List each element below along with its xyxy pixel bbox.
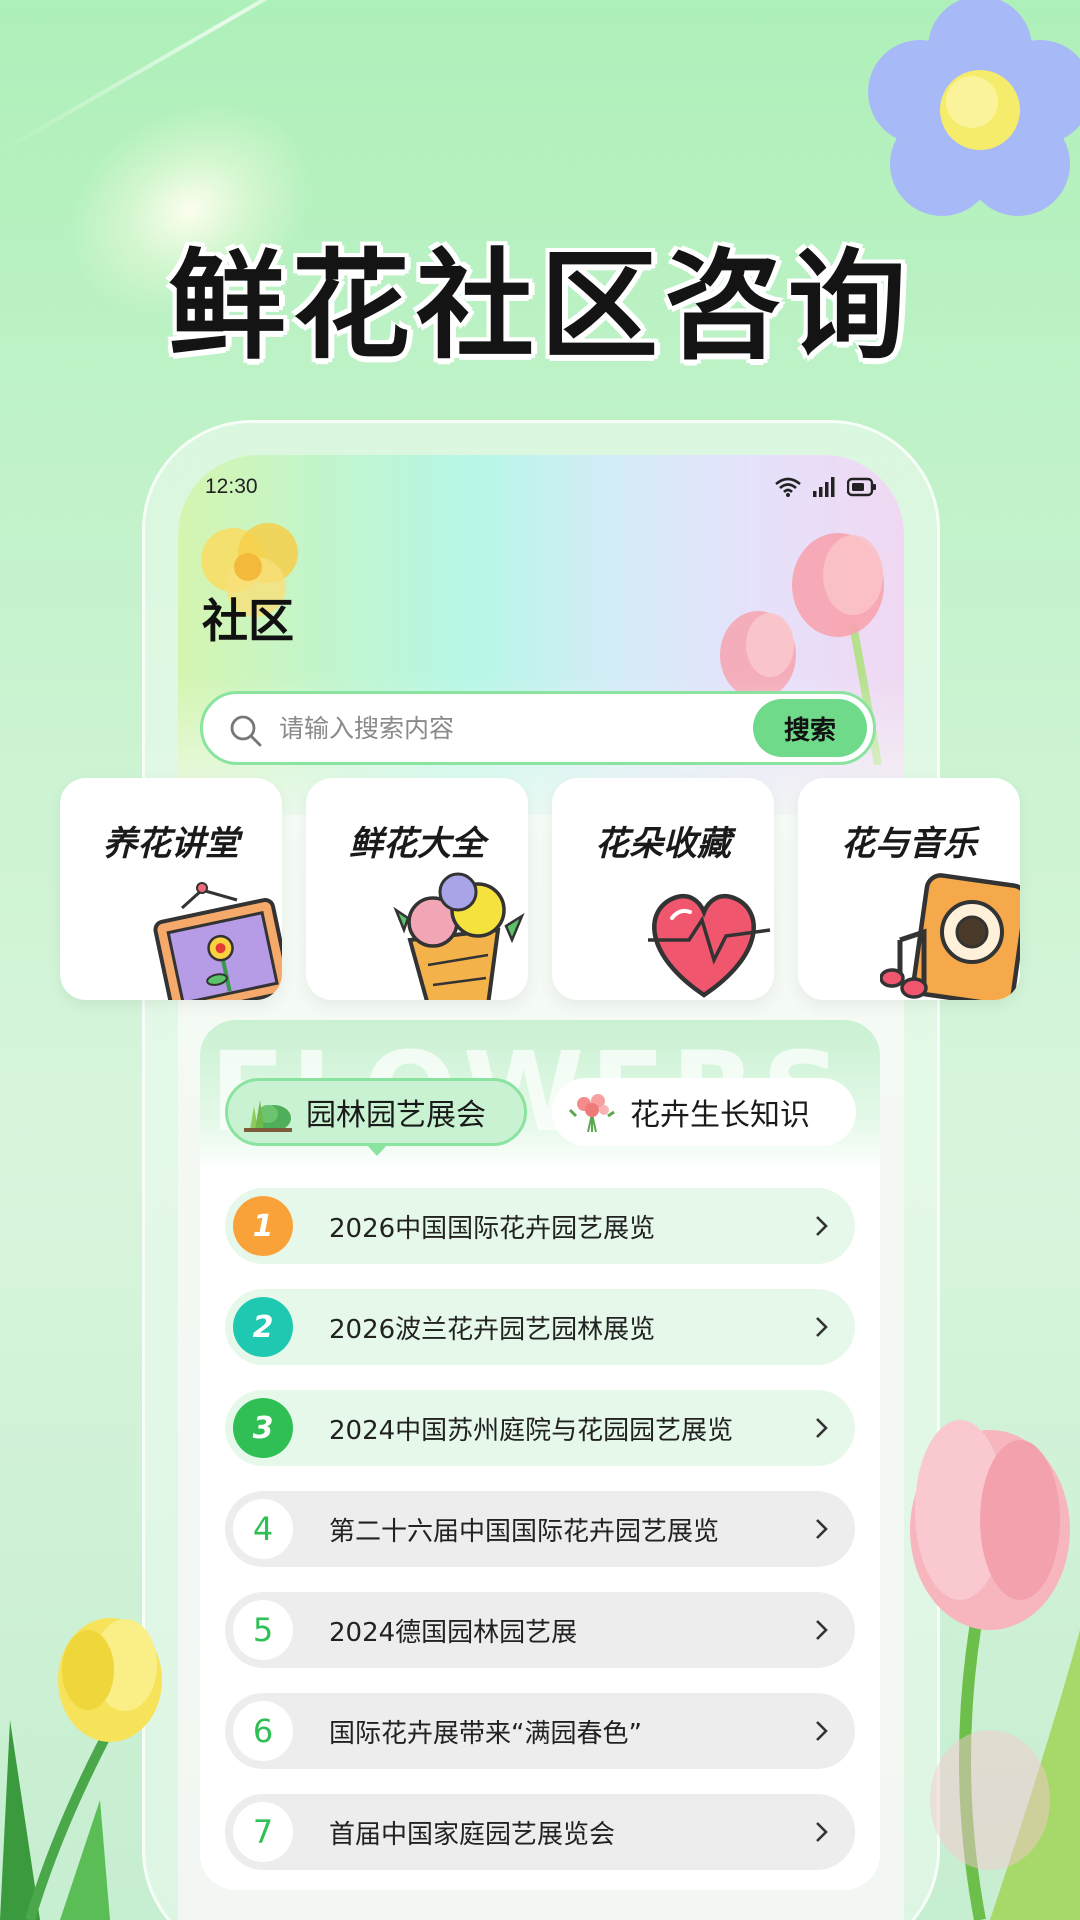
chevron-right-icon	[816, 1216, 828, 1236]
chevron-right-icon	[816, 1519, 828, 1539]
category-card-flower-collection[interactable]: 花朵收藏	[552, 778, 774, 1000]
search-icon	[230, 715, 262, 747]
list-item-title: 2026中国国际花卉园艺展览	[329, 1213, 656, 1244]
category-card-label: 花朵收藏	[595, 824, 731, 864]
wifi-icon	[775, 477, 801, 497]
rank-badge: 7	[233, 1802, 293, 1862]
heart-icon	[648, 894, 771, 998]
category-card-label: 养花讲堂	[103, 824, 239, 864]
list-item-title: 第二十六届中国国际花卉园艺展览	[329, 1516, 720, 1547]
search-input[interactable]	[279, 694, 709, 762]
category-card-garden-class[interactable]: 养花讲堂	[60, 778, 282, 1000]
chevron-right-icon	[816, 1822, 828, 1842]
category-cards: 养花讲堂 鲜花大全 花朵收藏 花与音乐	[60, 778, 1020, 1000]
yellow-tulip-icon	[0, 1618, 162, 1920]
list-item-title: 2024德国园林园艺展	[329, 1617, 578, 1648]
rank-badge: 2	[233, 1297, 293, 1357]
search-bar: 搜索	[200, 691, 876, 765]
status-time: 12:30	[205, 475, 258, 498]
list-item-title: 国际花卉展带来“满园春色”	[329, 1718, 642, 1749]
category-card-label: 花与音乐	[841, 824, 977, 864]
rank-badge: 1	[233, 1196, 293, 1256]
status-bar: 12:30	[205, 475, 877, 505]
garden-bush-icon	[244, 1100, 292, 1132]
music-speaker-icon	[880, 873, 1020, 1000]
list-item-title: 2026波兰花卉园艺园林展览	[329, 1314, 656, 1345]
page-title: 社区	[202, 594, 294, 648]
status-icons	[775, 477, 877, 497]
list-item[interactable]: 4 第二十六届中国国际花卉园艺展览	[225, 1491, 855, 1567]
active-tab-pointer	[366, 1144, 388, 1156]
signal-icon	[813, 477, 835, 497]
tab-label: 花卉生长知识	[630, 1098, 810, 1133]
list-item[interactable]: 7 首届中国家庭园艺展览会	[225, 1794, 855, 1870]
list-item-title: 首届中国家庭园艺展览会	[329, 1819, 616, 1850]
list-item[interactable]: 6 国际花卉展带来“满园春色”	[225, 1693, 855, 1769]
list-item-title: 2024中国苏州庭院与花园园艺展览	[329, 1415, 734, 1446]
chevron-right-icon	[816, 1317, 828, 1337]
flower-bouquet-icon	[568, 1094, 615, 1132]
battery-icon	[847, 477, 876, 497]
tab-label: 园林园艺展会	[306, 1098, 486, 1133]
chevron-right-icon	[816, 1721, 828, 1741]
tab-flower-growth-knowledge[interactable]: 花卉生长知识	[552, 1078, 856, 1146]
exhibition-list-panel: FLOWERS 园林园艺展会 花卉生长知识 1 2026中国国际花卉园艺展览 2…	[200, 1020, 880, 1890]
list-item[interactable]: 3 2024中国苏州庭院与花园园艺展览	[225, 1390, 855, 1466]
picture-frame-flower-icon	[153, 882, 282, 1000]
list-item[interactable]: 5 2024德国园林园艺展	[225, 1592, 855, 1668]
pink-tulip-icon	[910, 1420, 1080, 1920]
chevron-right-icon	[816, 1620, 828, 1640]
rank-badge: 6	[233, 1701, 293, 1761]
category-card-label: 鲜花大全	[349, 824, 485, 864]
rank-badge: 3	[233, 1398, 293, 1458]
poster-title: 鲜花社区咨询	[167, 237, 912, 375]
rank-badge: 5	[233, 1600, 293, 1660]
rank-badge: 4	[233, 1499, 293, 1559]
list-item[interactable]: 2 2026波兰花卉园艺园林展览	[225, 1289, 855, 1365]
category-card-flower-music[interactable]: 花与音乐	[798, 778, 1020, 1000]
category-card-flower-encyclopedia[interactable]: 鲜花大全	[306, 778, 528, 1000]
tab-garden-exhibition[interactable]: 园林园艺展会	[225, 1078, 527, 1146]
chevron-right-icon	[816, 1418, 828, 1438]
search-button[interactable]: 搜索	[753, 699, 867, 757]
list-item[interactable]: 1 2026中国国际花卉园艺展览	[225, 1188, 855, 1264]
flower-bouquet-icon	[393, 872, 525, 1000]
